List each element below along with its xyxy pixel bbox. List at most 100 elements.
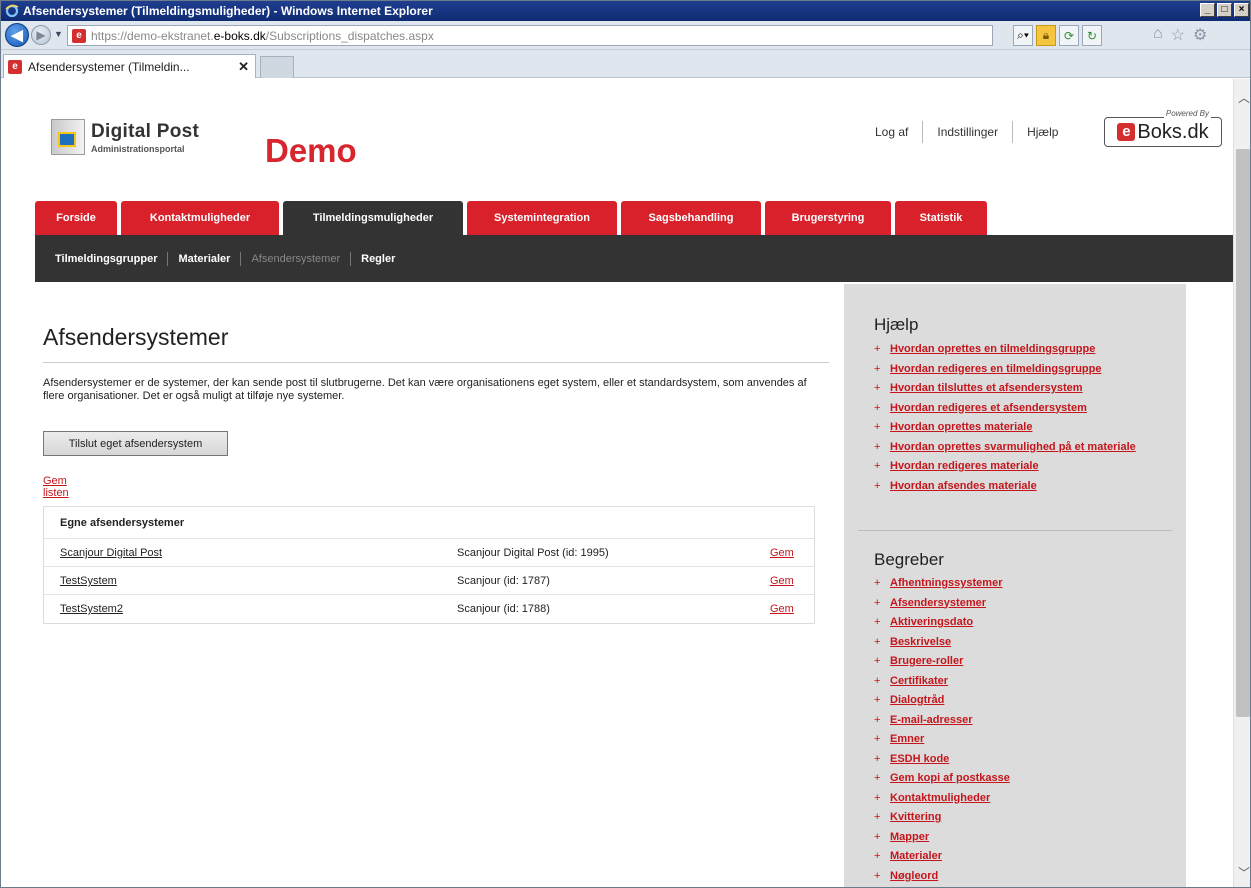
term-item[interactable]: Kvittering: [874, 808, 1174, 828]
term-item[interactable]: Afhentningssystemer: [874, 574, 1174, 594]
help-item[interactable]: Hvordan oprettes en tilmeldingsgruppe: [874, 340, 1174, 360]
digital-post-logo[interactable]: Digital Post Administrationsportal: [51, 119, 199, 155]
help-item[interactable]: Hvordan afsendes materiale: [874, 477, 1174, 497]
term-item[interactable]: Materialer: [874, 847, 1174, 867]
vertical-scrollbar[interactable]: ︿ ﹀: [1233, 79, 1250, 887]
term-link[interactable]: Materialer: [890, 850, 942, 862]
term-item[interactable]: Nøgleord: [874, 867, 1174, 887]
refresh-icon[interactable]: ↻: [1082, 25, 1102, 46]
help-link[interactable]: Hvordan tilsluttes et afsendersystem: [890, 382, 1083, 394]
help-link[interactable]: Hvordan redigeres et afsendersystem: [890, 402, 1087, 414]
help-item[interactable]: Hvordan redigeres en tilmeldingsgruppe: [874, 360, 1174, 380]
table-row: TestSystem Scanjour (id: 1787) Gem: [44, 567, 814, 595]
help-item[interactable]: Hvordan tilsluttes et afsendersystem: [874, 379, 1174, 399]
url-domain: e-boks.dk: [213, 28, 266, 43]
term-link[interactable]: Beskrivelse: [890, 636, 951, 648]
term-item[interactable]: Dialogtråd: [874, 691, 1174, 711]
subnav-regler[interactable]: Regler: [361, 253, 395, 265]
system-name-link[interactable]: TestSystem2: [60, 603, 123, 615]
ie-logo-icon: [4, 3, 20, 19]
subnav-materialer[interactable]: Materialer: [178, 253, 230, 265]
scroll-thumb[interactable]: [1236, 149, 1250, 717]
term-item[interactable]: Gem kopi af postkasse: [874, 769, 1174, 789]
term-link[interactable]: Emner: [890, 733, 924, 745]
powered-by-label: Powered By: [1163, 109, 1211, 118]
history-dropdown-icon[interactable]: ▼: [54, 29, 63, 39]
minimize-button[interactable]: _: [1200, 3, 1215, 17]
save-system-link[interactable]: Gem: [770, 575, 794, 587]
nav-tab-statistik[interactable]: Statistik: [895, 201, 987, 235]
scroll-up-icon[interactable]: ︿: [1238, 89, 1250, 106]
home-icon[interactable]: ⌂: [1153, 25, 1163, 45]
help-link[interactable]: Hvordan oprettes en tilmeldingsgruppe: [890, 343, 1095, 355]
logout-link[interactable]: Log af: [875, 125, 908, 139]
scroll-down-icon[interactable]: ﹀: [1238, 864, 1250, 881]
help-item[interactable]: Hvordan redigeres materiale: [874, 457, 1174, 477]
term-link[interactable]: Afsendersystemer: [890, 597, 986, 609]
help-item[interactable]: Hvordan oprettes svarmulighed på et mate…: [874, 438, 1174, 458]
term-link[interactable]: Gem kopi af postkasse: [890, 772, 1010, 784]
term-item[interactable]: Kontaktmuligheder: [874, 789, 1174, 809]
subnav-tilmeldingsgrupper[interactable]: Tilmeldingsgrupper: [55, 253, 157, 265]
nav-tab-sagsbehandling[interactable]: Sagsbehandling: [621, 201, 761, 235]
close-tab-icon[interactable]: ✕: [238, 59, 249, 75]
nav-tab-tilmeldingsmuligheder[interactable]: Tilmeldingsmuligheder: [283, 201, 463, 235]
term-link[interactable]: Kontaktmuligheder: [890, 792, 990, 804]
term-link[interactable]: Nøgleord: [890, 870, 938, 882]
help-link[interactable]: Hvordan afsendes materiale: [890, 480, 1037, 492]
help-item[interactable]: Hvordan redigeres et afsendersystem: [874, 399, 1174, 419]
system-name-link[interactable]: Scanjour Digital Post: [60, 547, 162, 559]
nav-tab-forside[interactable]: Forside: [35, 201, 117, 235]
help-link[interactable]: Hvordan redigeres en tilmeldingsgruppe: [890, 363, 1102, 375]
compat-view-icon[interactable]: ⟳: [1059, 25, 1079, 46]
eboks-logo[interactable]: Powered By e Boks.dk: [1104, 109, 1222, 147]
term-link[interactable]: ESDH kode: [890, 753, 949, 765]
close-window-button[interactable]: ×: [1234, 3, 1249, 17]
new-tab-button[interactable]: [260, 56, 294, 78]
term-link[interactable]: Afhentningssystemer: [890, 577, 1002, 589]
term-item[interactable]: E-mail-adresser: [874, 711, 1174, 731]
help-link[interactable]: Hvordan oprettes svarmulighed på et mate…: [890, 441, 1136, 453]
term-item[interactable]: Mapper: [874, 828, 1174, 848]
term-item[interactable]: ESDH kode: [874, 750, 1174, 770]
browser-tab-active[interactable]: e Afsendersystemer (Tilmeldin... ✕: [3, 54, 256, 78]
environment-label: Demo: [265, 132, 357, 169]
term-item[interactable]: Certifikater: [874, 672, 1174, 692]
back-button[interactable]: ◀: [5, 23, 29, 47]
save-list-link[interactable]: Gem listen: [43, 475, 69, 499]
term-item[interactable]: Beskrivelse: [874, 633, 1174, 653]
forward-button[interactable]: ▶: [31, 25, 51, 45]
help-item[interactable]: Hvordan oprettes materiale: [874, 418, 1174, 438]
system-name-link[interactable]: TestSystem: [60, 575, 117, 587]
table-row: TestSystem2 Scanjour (id: 1788) Gem: [44, 595, 814, 623]
term-link[interactable]: Mapper: [890, 831, 929, 843]
term-link[interactable]: Aktiveringsdato: [890, 616, 973, 628]
settings-gear-icon[interactable]: ⚙: [1193, 25, 1207, 45]
subnav-afsendersystemer-current[interactable]: Afsendersystemer: [251, 253, 340, 265]
connect-sender-system-button[interactable]: Tilslut eget afsendersystem: [43, 431, 228, 456]
nav-tab-systemintegration[interactable]: Systemintegration: [467, 201, 617, 235]
search-dropdown-icon[interactable]: ⌕▾: [1013, 25, 1033, 46]
term-link[interactable]: Dialogtråd: [890, 694, 944, 706]
nav-tab-brugerstyring[interactable]: Brugerstyring: [765, 201, 891, 235]
url-field[interactable]: e https://demo-ekstranet. e-boks.dk/Subsc…: [67, 25, 993, 46]
help-link[interactable]: Hvordan oprettes materiale: [890, 421, 1032, 433]
term-link[interactable]: Brugere-roller: [890, 655, 963, 667]
help-link[interactable]: Hvordan redigeres materiale: [890, 460, 1039, 472]
maximize-button[interactable]: □: [1217, 3, 1232, 17]
lock-icon[interactable]: 🔒︎: [1036, 25, 1056, 46]
save-system-link[interactable]: Gem: [770, 603, 794, 615]
nav-tab-kontaktmuligheder[interactable]: Kontaktmuligheder: [121, 201, 279, 235]
help-link[interactable]: Hjælp: [1027, 125, 1058, 139]
term-item[interactable]: Brugere-roller: [874, 652, 1174, 672]
term-item[interactable]: Aktiveringsdato: [874, 613, 1174, 633]
term-item[interactable]: Afsendersystemer: [874, 594, 1174, 614]
settings-link[interactable]: Indstillinger: [937, 125, 998, 139]
favorites-star-icon[interactable]: ☆: [1171, 25, 1185, 45]
term-link[interactable]: E-mail-adresser: [890, 714, 973, 726]
term-link[interactable]: Kvittering: [890, 811, 941, 823]
browser-window: Afsendersystemer (Tilmeldingsmuligheder)…: [0, 0, 1251, 888]
term-link[interactable]: Certifikater: [890, 675, 948, 687]
term-item[interactable]: Emner: [874, 730, 1174, 750]
save-system-link[interactable]: Gem: [770, 547, 794, 559]
